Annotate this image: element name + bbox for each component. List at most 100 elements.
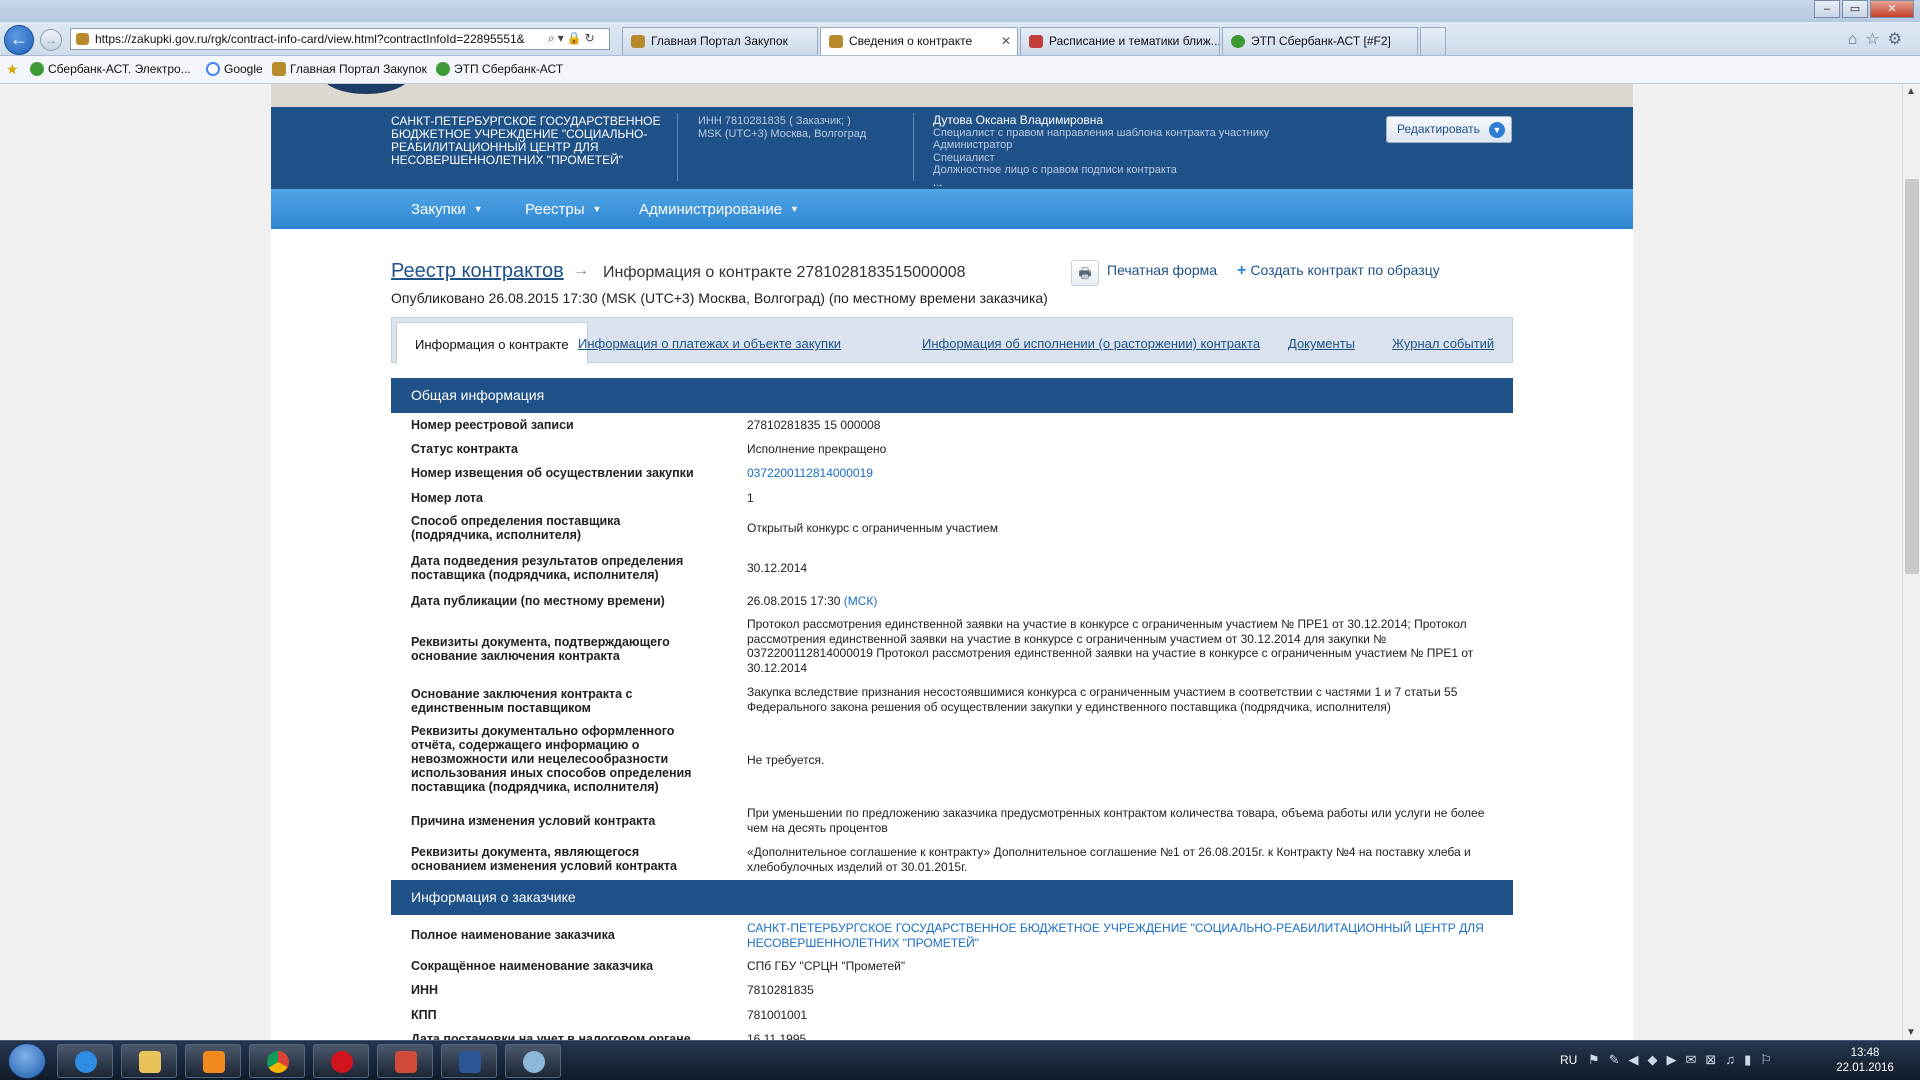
- clock-time: 13:48: [1850, 1047, 1880, 1059]
- row-label: Дата подведения результатов определения …: [411, 554, 684, 582]
- row-label: Номер реестровой записи: [411, 418, 574, 432]
- taskbar-ie[interactable]: [57, 1044, 113, 1078]
- row-label: Статус контракта: [411, 442, 518, 456]
- row-label: ИНН: [411, 983, 439, 997]
- user-role-more[interactable]: ...: [933, 177, 1269, 190]
- forward-button[interactable]: →: [40, 29, 62, 51]
- divider: [913, 113, 914, 181]
- browser-title-strip: – ▭ ✕: [0, 0, 1920, 22]
- print-form-button[interactable]: 🖶 Печатная форма: [1071, 260, 1217, 286]
- printer-icon: 🖶: [1071, 260, 1099, 286]
- tab-documents[interactable]: Документы: [1288, 336, 1355, 351]
- mail-icon: [395, 1051, 417, 1073]
- minimize-button[interactable]: –: [1814, 0, 1840, 18]
- row-value: При уменьшении по предложению заказчика …: [747, 806, 1485, 835]
- opera-icon: [331, 1051, 353, 1073]
- gerb-icon: [829, 35, 843, 48]
- taskbar-explorer[interactable]: [121, 1044, 177, 1078]
- browser-tab[interactable]: Расписание и тематики ближ...: [1020, 27, 1220, 55]
- tab-label: Расписание и тематики ближ...: [1049, 34, 1220, 48]
- row-label: Дата постановки на учет в налоговом орга…: [411, 1032, 691, 1040]
- contract-tabs: Информация о контракте Информация о плат…: [391, 317, 1513, 364]
- row-label: Реквизиты документа, подтверждающего осн…: [411, 635, 670, 663]
- flag-icon: [1029, 35, 1043, 48]
- org-inn: ИНН 7810281835 ( Заказчик; ): [698, 115, 851, 127]
- taskbar-chrome[interactable]: [249, 1044, 305, 1078]
- arrow-right-icon: →: [573, 262, 589, 279]
- row-value: 7810281835: [747, 983, 814, 997]
- row-value: 16.11.1995: [747, 1032, 807, 1040]
- site-favicon-icon: [76, 33, 89, 45]
- row-value: «Дополнительное соглашение к контракту» …: [747, 845, 1471, 874]
- scroll-up-icon[interactable]: ▲: [1906, 86, 1916, 97]
- user-role: Специалист с правом направления шаблона …: [933, 126, 1270, 139]
- browser-tab[interactable]: ЭТП Сбербанк-АСТ [#F2]: [1222, 27, 1418, 55]
- tab-execution[interactable]: Информация об исполнении (о расторжении)…: [922, 336, 1260, 351]
- favorite-link[interactable]: Google: [206, 62, 263, 76]
- breadcrumb-registry-link[interactable]: Реестр контрактов: [391, 260, 564, 283]
- gerb-icon: [272, 62, 286, 76]
- home-star-gear-icons[interactable]: ⌂☆⚙: [1848, 29, 1910, 49]
- notice-number-link[interactable]: 0372200112814000019: [747, 466, 1487, 481]
- row-value: Открытый конкурс с ограниченным участием: [747, 521, 998, 535]
- media-player-icon: [203, 1051, 225, 1073]
- clock[interactable]: 13:48 22.01.2016: [1834, 1046, 1896, 1076]
- caret-down-icon: ▼: [473, 204, 483, 214]
- favorite-link[interactable]: ЭТП Сбербанк-АСТ: [436, 62, 563, 76]
- tab-label: ЭТП Сбербанк-АСТ [#F2]: [1251, 34, 1391, 48]
- caret-down-icon: ▼: [592, 204, 602, 214]
- scrollbar-thumb[interactable]: [1905, 179, 1919, 574]
- taskbar-paint[interactable]: [505, 1044, 561, 1078]
- back-button[interactable]: ←: [4, 25, 34, 55]
- create-by-template-button[interactable]: + Создать контракт по образцу: [1237, 262, 1440, 280]
- taskbar-word[interactable]: [441, 1044, 497, 1078]
- tab-payments[interactable]: Информация о платежах и объекте закупки: [578, 336, 841, 351]
- row-value: Исполнение прекращено: [747, 442, 887, 456]
- page-viewport: САНКТ-ПЕТЕРБУРГСКОЕ ГОСУДАРСТВЕННОЕ БЮДЖ…: [0, 84, 1902, 1040]
- tab-contract-info[interactable]: Информация о контракте: [396, 322, 588, 364]
- taskbar-opera[interactable]: [313, 1044, 369, 1078]
- language-indicator[interactable]: RU: [1560, 1053, 1577, 1067]
- start-button[interactable]: [8, 1043, 46, 1079]
- system-tray-icons[interactable]: ⚑✎◀◆▶✉⊠♫▮⚐: [1588, 1052, 1781, 1068]
- taskbar-mail[interactable]: [377, 1044, 433, 1078]
- scroll-down-icon[interactable]: ▼: [1906, 1027, 1916, 1038]
- divider: [677, 113, 678, 181]
- folder-icon: [139, 1051, 161, 1073]
- plus-icon: +: [1237, 262, 1247, 279]
- maximize-button[interactable]: ▭: [1842, 0, 1868, 18]
- menu-item-purchases[interactable]: Закупки ▼: [411, 201, 483, 218]
- sberbank-icon: [30, 62, 44, 76]
- favorite-link[interactable]: Сбербанк-АСТ. Электро...: [30, 62, 191, 76]
- menu-item-registries[interactable]: Реестры ▼: [525, 201, 601, 218]
- tab-close-icon[interactable]: ✕: [1001, 34, 1011, 48]
- sberbank-icon: [436, 62, 450, 76]
- row-label: Дата публикации (по местному времени): [411, 594, 665, 608]
- address-bar[interactable]: https://zakupki.gov.ru/rgk/contract-info…: [70, 28, 610, 50]
- menu-item-administration[interactable]: Администрирование ▼: [639, 201, 799, 218]
- tab-event-log[interactable]: Журнал событий: [1392, 336, 1494, 351]
- tab-label: Сведения о контракте: [849, 34, 973, 48]
- browser-tab[interactable]: Главная Портал Закупок: [622, 27, 818, 55]
- favorite-link[interactable]: Главная Портал Закупок: [272, 62, 427, 76]
- row-value: 27810281835 15 000008: [747, 418, 881, 432]
- edit-button[interactable]: Редактировать ▼: [1386, 116, 1512, 143]
- new-tab-button[interactable]: [1420, 27, 1446, 55]
- close-window-button[interactable]: ✕: [1870, 0, 1914, 18]
- page-scrollbar[interactable]: ▲ ▼: [1902, 84, 1920, 1040]
- msk-link[interactable]: (МСК): [844, 594, 878, 608]
- favorites-star-icon[interactable]: ★: [6, 61, 19, 78]
- row-label: Сокращённое наименование заказчика: [411, 959, 654, 973]
- taskbar-media[interactable]: [185, 1044, 241, 1078]
- sberbank-icon: [1231, 35, 1245, 48]
- row-value: Не требуется.: [747, 753, 825, 767]
- row-value: Протокол рассмотрения единственной заявк…: [747, 617, 1474, 675]
- row-label: Номер извещения об осуществлении закупки: [411, 466, 694, 480]
- browser-nav-bar: ← → https://zakupki.gov.ru/rgk/contract-…: [0, 22, 1920, 56]
- clock-date: 22.01.2016: [1836, 1062, 1894, 1074]
- caret-down-icon: ▼: [790, 204, 799, 214]
- address-search-icon[interactable]: ⌕▾🔒↻: [548, 31, 598, 46]
- browser-tab-active[interactable]: Сведения о контракте ✕: [820, 27, 1018, 55]
- page-title: Информация о контракте 27810281835150000…: [603, 264, 966, 281]
- customer-name-link[interactable]: САНКТ-ПЕТЕРБУРГСКОЕ ГОСУДАРСТВЕННОЕ БЮДЖ…: [747, 921, 1487, 950]
